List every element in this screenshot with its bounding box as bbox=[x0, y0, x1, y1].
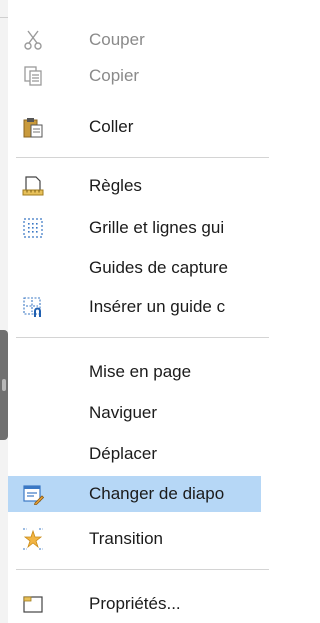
menu-separator bbox=[16, 337, 269, 338]
menu-item-label: Transition bbox=[89, 529, 164, 548]
transition-star-icon bbox=[23, 528, 43, 550]
menu-item-navigate[interactable]: Naviguer bbox=[8, 395, 261, 431]
slide-layout-icon bbox=[23, 485, 44, 505]
menu-item-snap-guides[interactable]: Guides de capture bbox=[8, 250, 261, 286]
menu-item-label: Règles bbox=[89, 176, 142, 195]
menu-item-change-slide[interactable]: Changer de diapo bbox=[8, 476, 261, 512]
menu-item-label: Insérer un guide c bbox=[89, 297, 226, 316]
insert-guide-icon bbox=[23, 297, 41, 317]
menu-item-insert-guide[interactable]: Insérer un guide c bbox=[8, 289, 261, 325]
menu-item-label: Guides de capture bbox=[89, 258, 228, 277]
menu-item-label: Mise en page bbox=[89, 362, 192, 381]
menu-item-properties[interactable]: Propriétés... bbox=[8, 586, 261, 622]
menu-item-cut[interactable]: Couper bbox=[8, 22, 261, 58]
copy-icon bbox=[24, 66, 42, 86]
menu-separator bbox=[16, 157, 269, 158]
ruler-icon bbox=[22, 176, 44, 196]
menu-item-rulers[interactable]: Règles bbox=[8, 168, 261, 204]
menu-item-copy[interactable]: Copier bbox=[8, 58, 261, 94]
scissors-icon bbox=[24, 30, 42, 50]
clipboard-paste-icon bbox=[23, 118, 43, 138]
panel-top-border bbox=[0, 17, 8, 18]
menu-item-label: Copier bbox=[89, 66, 140, 85]
menu-item-grid[interactable]: Grille et lignes gui bbox=[8, 210, 261, 246]
menu-item-label: Naviguer bbox=[89, 403, 158, 422]
properties-icon bbox=[23, 596, 43, 613]
menu-item-label: Déplacer bbox=[89, 444, 158, 463]
left-panel-edge bbox=[0, 0, 8, 623]
sidebar-collapse-handle[interactable] bbox=[0, 330, 8, 440]
menu-item-paste[interactable]: Coller bbox=[8, 109, 261, 145]
menu-item-label: Grille et lignes gui bbox=[89, 218, 225, 237]
menu-item-label: Propriétés... bbox=[89, 594, 181, 613]
context-menu: Couper Copier Coller Règles Grille et li… bbox=[8, 0, 269, 623]
menu-item-label: Couper bbox=[89, 30, 145, 49]
menu-item-label: Coller bbox=[89, 117, 134, 136]
menu-item-label: Changer de diapo bbox=[89, 484, 225, 503]
menu-item-transition[interactable]: Transition bbox=[8, 521, 261, 557]
grid-icon bbox=[23, 218, 43, 238]
menu-separator bbox=[16, 569, 269, 570]
menu-item-move[interactable]: Déplacer bbox=[8, 436, 261, 472]
menu-item-layout[interactable]: Mise en page bbox=[8, 354, 261, 390]
